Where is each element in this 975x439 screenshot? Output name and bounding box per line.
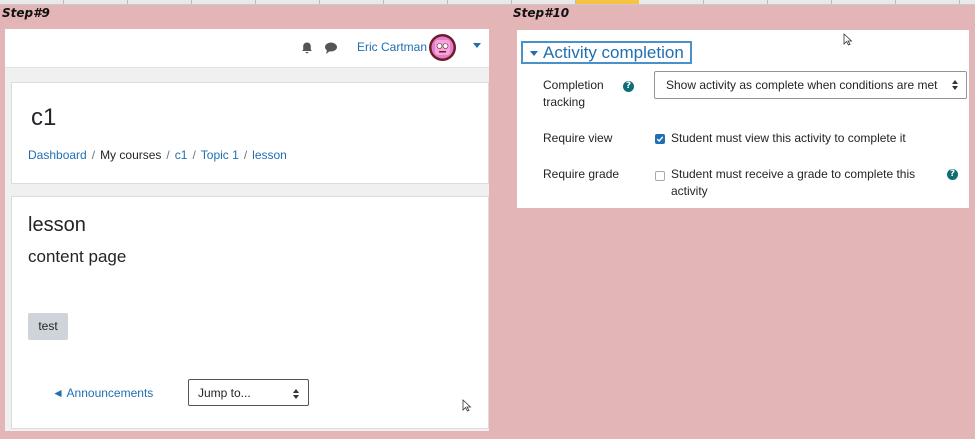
step-label-right: Step#10	[513, 6, 570, 20]
bell-icon[interactable]	[300, 41, 314, 55]
jump-to-select[interactable]: Jump to...	[188, 379, 309, 406]
mouse-cursor-icon	[462, 399, 472, 412]
lesson-content-card: lesson content page test ◄ Announcements…	[11, 196, 489, 429]
content-page-heading: content page	[28, 247, 127, 266]
test-button[interactable]: test	[28, 313, 68, 340]
completion-tracking-value: Show activity as complete when condition…	[666, 78, 938, 92]
select-updown-icon	[293, 389, 299, 399]
breadcrumb-dashboard[interactable]: Dashboard	[28, 148, 87, 162]
check-icon	[656, 136, 664, 143]
chevron-down-icon[interactable]	[473, 43, 481, 48]
announcements-link[interactable]: ◄ Announcements	[52, 386, 153, 400]
mouse-cursor-icon	[843, 33, 853, 46]
lesson-title: lesson	[28, 214, 86, 236]
breadcrumb-lesson[interactable]: lesson	[252, 148, 287, 162]
require-view-checkbox-label[interactable]: Student must view this activity to compl…	[671, 130, 906, 147]
require-view-label: Require view	[543, 131, 613, 145]
navbar: Eric Cartman	[5, 29, 489, 68]
course-title: c1	[31, 104, 57, 131]
chat-icon[interactable]	[324, 41, 338, 55]
avatar[interactable]	[429, 34, 456, 61]
help-icon[interactable]: ?	[947, 169, 958, 180]
require-view-checkbox[interactable]	[655, 134, 665, 144]
breadcrumb-my-courses: My courses	[100, 148, 162, 162]
jump-to-select-label: Jump to...	[198, 386, 251, 400]
activity-completion-screenshot: Activity completion Completion tracking …	[517, 30, 969, 208]
breadcrumb: Dashboard / My courses / c1/Topic 1/lesson	[28, 148, 287, 162]
step-label-left: Step#9	[2, 6, 50, 20]
spreadsheet-header-strip	[0, 0, 975, 5]
activity-completion-section-header[interactable]: Activity completion	[521, 41, 692, 64]
collapse-caret-icon	[530, 51, 538, 56]
highlighted-cell	[576, 0, 639, 4]
completion-tracking-select[interactable]: Show activity as complete when condition…	[654, 71, 967, 99]
require-grade-label: Require grade	[543, 167, 620, 181]
section-title: Activity completion	[543, 43, 684, 62]
lesson-page-screenshot: Eric Cartman c1 Dashboard / My courses / c1/…	[5, 29, 489, 431]
breadcrumb-topic-1[interactable]: Topic 1	[201, 148, 239, 162]
course-header-card: c1 Dashboard / My courses / c1/Topic 1/lesso…	[11, 82, 489, 184]
completion-tracking-label: Completion tracking	[543, 78, 604, 109]
breadcrumb-c1[interactable]: c1	[175, 148, 188, 162]
select-updown-icon	[952, 80, 958, 90]
require-grade-checkbox-label[interactable]: Student must receive a grade to complete…	[671, 166, 933, 200]
help-icon[interactable]: ?	[623, 81, 634, 92]
require-grade-checkbox[interactable]	[655, 171, 665, 181]
user-menu-name[interactable]: Eric Cartman	[357, 40, 427, 54]
